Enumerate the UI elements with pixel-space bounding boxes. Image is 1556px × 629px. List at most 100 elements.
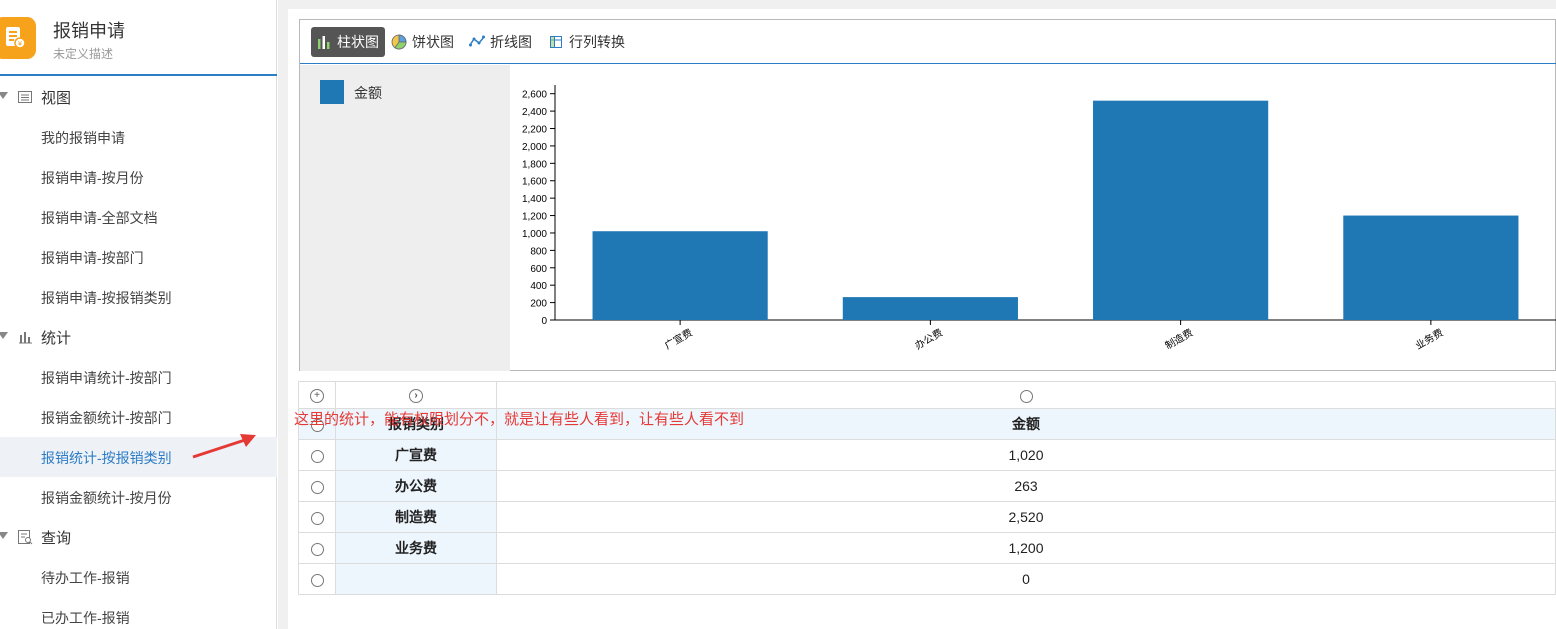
group-view[interactable]: 视图 xyxy=(0,77,277,117)
legend-label: 金额 xyxy=(354,85,382,101)
table-row[interactable]: 业务费 1,200 xyxy=(298,532,1556,564)
bar-chart-icon xyxy=(318,36,330,49)
list-view-icon xyxy=(18,91,32,103)
bar-chart: 0 200 400 600 800 1,000 1,200 1,400 1,600 1,800 2,… xyxy=(510,65,1556,371)
y-tick-label: 400 xyxy=(530,281,547,292)
pie-chart-label: 饼状图 xyxy=(412,34,454,50)
x-tick-label: 广宣费 xyxy=(662,326,694,352)
radio-button[interactable] xyxy=(310,480,324,494)
row-category: 办公费 xyxy=(335,470,497,502)
app-logo-icon: ¥ xyxy=(0,17,36,59)
table-row[interactable]: 0 xyxy=(298,563,1556,595)
row-select-cell[interactable] xyxy=(298,563,336,595)
sidebar-item-label: 报销申请统计-按部门 xyxy=(41,370,172,386)
y-tick-label: 2,400 xyxy=(522,107,547,118)
y-tick-label: 1,800 xyxy=(522,159,547,170)
group-stats[interactable]: 统计 xyxy=(0,317,277,357)
sidebar-item-label: 报销申请-按部门 xyxy=(41,250,144,266)
bar xyxy=(1343,215,1519,320)
row-select-cell[interactable] xyxy=(298,439,336,471)
line-chart-label: 折线图 xyxy=(490,34,532,50)
row-category: 制造费 xyxy=(335,501,497,533)
sidebar-item-label: 报销统计-按报销类别 xyxy=(41,450,172,466)
row-amount: 263 xyxy=(496,470,1556,502)
expand-all-cell[interactable]: + xyxy=(298,381,336,409)
group-label: 统计 xyxy=(41,330,72,347)
caret-down-icon[interactable] xyxy=(0,92,8,99)
row-amount: 2,520 xyxy=(496,501,1556,533)
sidebar-item-todo[interactable]: 待办工作-报销 xyxy=(0,557,277,597)
app-description: 未定义描述 xyxy=(53,47,114,61)
query-doc-icon xyxy=(18,530,33,545)
select-col-cell[interactable] xyxy=(496,381,1556,409)
y-tick-label: 1,600 xyxy=(522,177,547,188)
row-amount: 1,020 xyxy=(496,439,1556,471)
chevron-right-circle-icon[interactable]: › xyxy=(409,389,423,404)
y-tick-label: 1,400 xyxy=(522,194,547,205)
line-chart-button[interactable]: 折线图 xyxy=(464,27,538,57)
row-amount: 1,200 xyxy=(496,532,1556,564)
expand-col-cell[interactable]: › xyxy=(335,381,497,409)
table-row[interactable]: 制造费 2,520 xyxy=(298,501,1556,533)
line-chart-icon xyxy=(469,35,485,47)
bar-chart-button[interactable]: 柱状图 xyxy=(311,27,385,57)
plus-circle-icon[interactable]: + xyxy=(310,389,324,404)
row-category xyxy=(335,563,497,595)
red-arrow-icon xyxy=(192,434,256,459)
sidebar-item-label: 报销申请-按月份 xyxy=(41,170,144,186)
bar-stats-icon xyxy=(19,332,32,344)
radio-button[interactable] xyxy=(310,542,324,556)
radio-button[interactable] xyxy=(310,511,324,525)
y-tick-label: 600 xyxy=(530,264,547,275)
group-label: 查询 xyxy=(41,530,72,547)
table-body: 广宣费 1,020 办公费 263 制造费 2,520 业务费 1,200 0 xyxy=(298,439,1556,595)
pie-chart-button[interactable]: 饼状图 xyxy=(386,27,460,57)
radio-button[interactable] xyxy=(310,573,324,587)
sidebar-item-done[interactable]: 已办工作-报销 xyxy=(0,597,277,629)
group-label: 视图 xyxy=(41,90,72,107)
chart-toolbar: 柱状图 饼状图 折线图 行列转换 xyxy=(300,20,1556,64)
y-tick-label: 2,200 xyxy=(522,125,547,136)
x-tick-label: 办公费 xyxy=(912,326,944,352)
y-tick-label: 0 xyxy=(541,316,547,327)
sidebar-item-label: 报销金额统计-按部门 xyxy=(41,410,172,426)
x-tick-label: 业务费 xyxy=(1413,326,1445,352)
bar xyxy=(592,231,768,320)
bar xyxy=(1093,100,1269,320)
row-select-cell[interactable] xyxy=(298,501,336,533)
chart-legend: 金额 xyxy=(300,65,510,371)
sidebar-item-by-dept[interactable]: 报销申请-按部门 xyxy=(0,237,277,277)
transpose-button[interactable]: 行列转换 xyxy=(543,27,631,57)
sidebar: ¥ 报销申请 未定义描述 视图 我的报销申请 报销申请-按月份 报销申请-全部文… xyxy=(0,0,277,629)
sidebar-item-stats-dept[interactable]: 报销申请统计-按部门 xyxy=(0,357,277,397)
radio-button[interactable] xyxy=(310,449,324,463)
table-row[interactable]: 广宣费 1,020 xyxy=(298,439,1556,471)
x-tick-label: 制造费 xyxy=(1163,326,1195,352)
svg-text:¥: ¥ xyxy=(18,41,22,48)
app-header: ¥ 报销申请 未定义描述 xyxy=(0,0,277,76)
sidebar-item-by-category[interactable]: 报销申请-按报销类别 xyxy=(0,277,277,317)
radio-button[interactable] xyxy=(1019,389,1033,403)
annotation-text: 这里的统计，能有权限划分不，就是让有些人看到，让有些人看不到 xyxy=(294,411,745,428)
row-amount: 0 xyxy=(496,563,1556,595)
bar xyxy=(842,297,1018,320)
sidebar-item-label: 待办工作-报销 xyxy=(41,570,130,586)
sidebar-item-label: 报销金额统计-按月份 xyxy=(41,490,172,506)
group-query[interactable]: 查询 xyxy=(0,517,277,557)
y-tick-label: 1,000 xyxy=(522,229,547,240)
chart-panel: 柱状图 饼状图 折线图 行列转换 金额 0 200 400 600 800 1,… xyxy=(299,19,1556,371)
y-tick-label: 800 xyxy=(530,246,547,257)
sidebar-item-label: 报销申请-按报销类别 xyxy=(41,290,172,306)
sidebar-item-all-docs[interactable]: 报销申请-全部文档 xyxy=(0,197,277,237)
sidebar-item-by-month[interactable]: 报销申请-按月份 xyxy=(0,157,277,197)
row-select-cell[interactable] xyxy=(298,470,336,502)
caret-down-icon[interactable] xyxy=(0,532,8,539)
table-row[interactable]: 办公费 263 xyxy=(298,470,1556,502)
row-select-cell[interactable] xyxy=(298,532,336,564)
caret-down-icon[interactable] xyxy=(0,332,8,339)
y-tick-label: 200 xyxy=(530,299,547,310)
sidebar-item-amount-month[interactable]: 报销金额统计-按月份 xyxy=(0,477,277,517)
sidebar-item-my-claims[interactable]: 我的报销申请 xyxy=(0,117,277,157)
sidebar-item-label: 报销申请-全部文档 xyxy=(41,210,158,226)
y-tick-label: 2,000 xyxy=(522,142,547,153)
